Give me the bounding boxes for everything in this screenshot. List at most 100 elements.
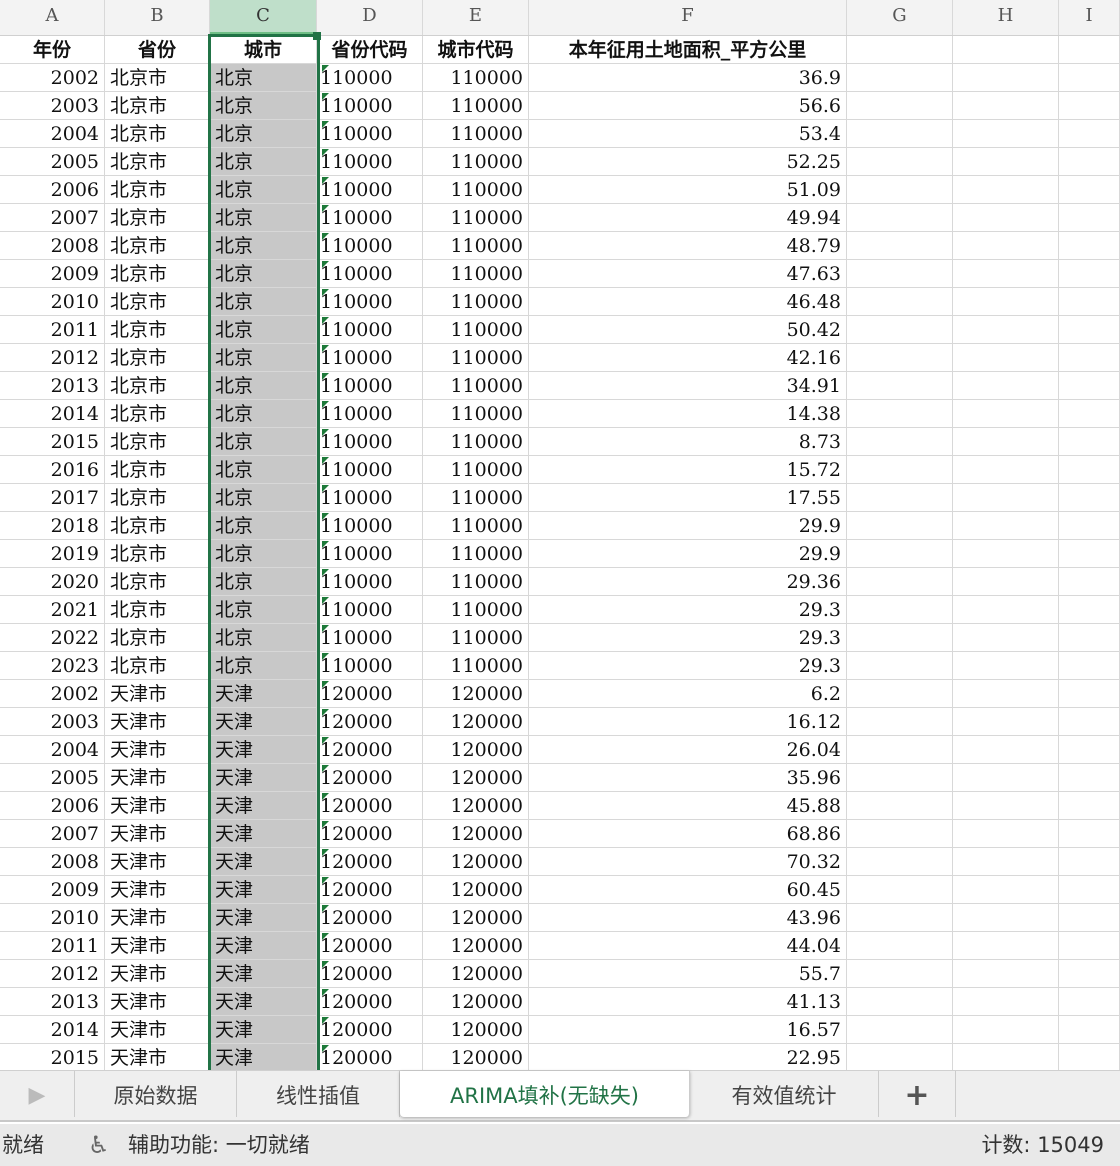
cell-h[interactable] — [953, 1016, 1059, 1044]
cell-h[interactable] — [953, 540, 1059, 568]
cell-h[interactable] — [953, 232, 1059, 260]
cell-b[interactable]: 省份 — [105, 36, 210, 64]
cell-i[interactable] — [1059, 596, 1120, 624]
cell-i[interactable] — [1059, 820, 1120, 848]
cell-a[interactable]: 2006 — [0, 176, 105, 204]
cell-d[interactable]: 120000 — [317, 1016, 423, 1044]
cell-h[interactable] — [953, 288, 1059, 316]
cell-i[interactable] — [1059, 904, 1120, 932]
cell-g[interactable] — [847, 960, 953, 988]
cell-a[interactable]: 2012 — [0, 960, 105, 988]
cell-e[interactable]: 120000 — [423, 708, 529, 736]
cell-c[interactable]: 北京 — [210, 484, 317, 512]
cell-h[interactable] — [953, 92, 1059, 120]
cell-g[interactable] — [847, 680, 953, 708]
cell-b[interactable]: 北京市 — [105, 372, 210, 400]
cell-e[interactable]: 110000 — [423, 288, 529, 316]
cell-e[interactable]: 110000 — [423, 232, 529, 260]
cell-d[interactable]: 120000 — [317, 792, 423, 820]
cell-d[interactable]: 110000 — [317, 372, 423, 400]
cell-a[interactable]: 2002 — [0, 680, 105, 708]
cell-h[interactable] — [953, 848, 1059, 876]
cell-c[interactable]: 北京 — [210, 316, 317, 344]
sheet-grid[interactable]: 年份 省份 城市 省份代码 城市代码 本年征用土地面积_平方公里 2002 北京市 北京 1100… — [0, 36, 1120, 1070]
cell-d[interactable]: 110000 — [317, 92, 423, 120]
cell-f[interactable]: 45.88 — [529, 792, 847, 820]
fill-handle[interactable] — [313, 32, 321, 40]
cell-h[interactable] — [953, 736, 1059, 764]
cell-e[interactable]: 120000 — [423, 820, 529, 848]
tab-valid-stats[interactable]: 有效值统计 — [690, 1071, 879, 1117]
cell-c[interactable]: 天津 — [210, 680, 317, 708]
cell-i[interactable] — [1059, 120, 1120, 148]
cell-b[interactable]: 北京市 — [105, 260, 210, 288]
cell-d[interactable]: 120000 — [317, 708, 423, 736]
cell-d[interactable]: 110000 — [317, 260, 423, 288]
cell-i[interactable] — [1059, 92, 1120, 120]
cell-h[interactable] — [953, 120, 1059, 148]
cell-g[interactable] — [847, 540, 953, 568]
scroll-tabs-arrow-icon[interactable]: ▶ — [0, 1071, 75, 1117]
cell-a[interactable]: 2007 — [0, 820, 105, 848]
cell-h[interactable] — [953, 176, 1059, 204]
cell-e[interactable]: 城市代码 — [423, 36, 529, 64]
cell-h[interactable] — [953, 64, 1059, 92]
cell-b[interactable]: 北京市 — [105, 316, 210, 344]
cell-b[interactable]: 北京市 — [105, 484, 210, 512]
cell-b[interactable]: 北京市 — [105, 344, 210, 372]
cell-b[interactable]: 北京市 — [105, 232, 210, 260]
cell-e[interactable]: 120000 — [423, 988, 529, 1016]
cell-i[interactable] — [1059, 428, 1120, 456]
cell-f[interactable]: 29.9 — [529, 512, 847, 540]
cell-d[interactable]: 110000 — [317, 624, 423, 652]
cell-d[interactable]: 120000 — [317, 876, 423, 904]
cell-h[interactable] — [953, 204, 1059, 232]
cell-b[interactable]: 北京市 — [105, 92, 210, 120]
cell-e[interactable]: 120000 — [423, 960, 529, 988]
cell-e[interactable]: 110000 — [423, 512, 529, 540]
cell-a[interactable]: 2009 — [0, 260, 105, 288]
cell-d[interactable]: 110000 — [317, 652, 423, 680]
cell-d[interactable]: 110000 — [317, 120, 423, 148]
cell-i[interactable] — [1059, 36, 1120, 64]
cell-c[interactable]: 天津 — [210, 904, 317, 932]
cell-f[interactable]: 55.7 — [529, 960, 847, 988]
cell-c[interactable]: 北京 — [210, 372, 317, 400]
cell-f[interactable]: 26.04 — [529, 736, 847, 764]
cell-a[interactable]: 2010 — [0, 904, 105, 932]
cell-f[interactable]: 48.79 — [529, 232, 847, 260]
cell-f[interactable]: 15.72 — [529, 456, 847, 484]
cell-d[interactable]: 省份代码 — [317, 36, 423, 64]
cell-g[interactable] — [847, 988, 953, 1016]
cell-h[interactable] — [953, 484, 1059, 512]
cell-b[interactable]: 北京市 — [105, 288, 210, 316]
cell-f[interactable]: 53.4 — [529, 120, 847, 148]
cell-i[interactable] — [1059, 680, 1120, 708]
cell-h[interactable] — [953, 456, 1059, 484]
cell-c[interactable]: 城市 — [210, 36, 317, 64]
cell-h[interactable] — [953, 372, 1059, 400]
cell-c[interactable]: 天津 — [210, 848, 317, 876]
cell-g[interactable] — [847, 848, 953, 876]
cell-c[interactable]: 北京 — [210, 624, 317, 652]
cell-h[interactable] — [953, 400, 1059, 428]
cell-f[interactable]: 29.36 — [529, 568, 847, 596]
cell-g[interactable] — [847, 876, 953, 904]
cell-f[interactable]: 36.9 — [529, 64, 847, 92]
cell-g[interactable] — [847, 64, 953, 92]
cell-b[interactable]: 北京市 — [105, 568, 210, 596]
cell-i[interactable] — [1059, 344, 1120, 372]
cell-a[interactable]: 2006 — [0, 792, 105, 820]
cell-f[interactable]: 35.96 — [529, 764, 847, 792]
cell-e[interactable]: 120000 — [423, 932, 529, 960]
cell-f[interactable]: 60.45 — [529, 876, 847, 904]
cell-h[interactable] — [953, 596, 1059, 624]
cell-i[interactable] — [1059, 316, 1120, 344]
cell-f[interactable]: 46.48 — [529, 288, 847, 316]
cell-d[interactable]: 120000 — [317, 764, 423, 792]
cell-h[interactable] — [953, 428, 1059, 456]
cell-i[interactable] — [1059, 736, 1120, 764]
cell-g[interactable] — [847, 624, 953, 652]
cell-g[interactable] — [847, 36, 953, 64]
cell-g[interactable] — [847, 204, 953, 232]
